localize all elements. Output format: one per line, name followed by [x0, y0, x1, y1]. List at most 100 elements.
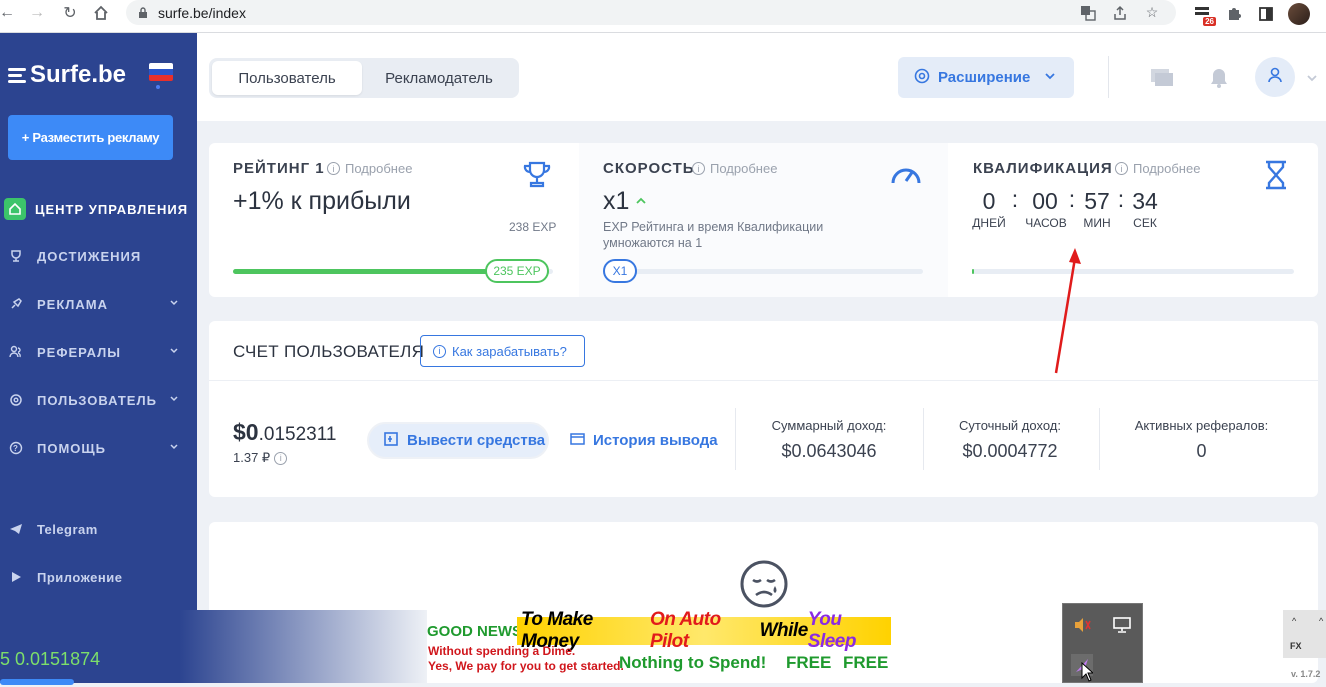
account-card: СЧЕТ ПОЛЬЗОВАТЕЛЯ i Как зарабатывать? $0… — [209, 321, 1318, 497]
withdraw-history-label: История вывода — [593, 432, 718, 449]
sidebar-item-label: ПОЛЬЗОВАТЕЛЬ — [37, 392, 157, 408]
balance: $0.0152311 — [233, 419, 336, 446]
speed-more-link[interactable]: i Подробнее — [692, 161, 777, 176]
sidebar-item-user[interactable]: ПОЛЬЗОВАТЕЛЬ — [8, 388, 193, 412]
rating-more-link[interactable]: i Подробнее — [327, 161, 412, 176]
daily-income-value: $0.0004772 — [962, 441, 1058, 461]
widget-up[interactable]: ^ — [1292, 616, 1296, 626]
withdraw-label: Вывести средства — [407, 432, 546, 449]
sidebar-item-achievements[interactable]: ДОСТИЖЕНИЯ — [8, 244, 193, 268]
post-ad-button[interactable]: + Разместить рекламу — [8, 115, 173, 160]
address-bar[interactable]: surfe.be/index ☆ — [126, 0, 1176, 25]
ad-headline-b: On Auto Pilot — [649, 609, 721, 652]
sidebar-item-label: Приложение — [37, 569, 123, 585]
speed-title: СКОРОСТЬ — [603, 160, 695, 177]
timer-mins: 57 — [1084, 188, 1110, 214]
sidebar-item-referrals[interactable]: РЕФЕРАЛЫ — [8, 340, 193, 364]
balance-rub-value: 1.37 ₽ — [233, 450, 271, 465]
timer-sep: : — [1117, 186, 1125, 212]
sidebar-item-app[interactable]: Приложение — [8, 565, 193, 589]
speed-value: x1 — [603, 187, 630, 215]
speed-progress-track — [603, 269, 923, 274]
active-referrals-value: 0 — [1196, 441, 1207, 461]
how-to-earn-button[interactable]: i Как зарабатывать? — [420, 335, 585, 367]
rating-panel: РЕЙТИНГ 1 i Подробнее +1% к прибыли 238 … — [209, 143, 578, 297]
ad-banner[interactable]: GOOD NEWS To Make Money On Auto Pilot Wh… — [427, 609, 893, 683]
more-label: Подробнее — [1133, 161, 1201, 176]
wallet-icon — [383, 431, 399, 451]
extension-badge-icon[interactable]: 26 — [1192, 4, 1216, 26]
info-icon[interactable]: i — [274, 451, 288, 465]
profile-avatar[interactable] — [1288, 3, 1310, 25]
back-icon[interactable]: ← — [0, 0, 20, 26]
chevron-up-icon — [635, 193, 647, 211]
mouse-cursor-icon — [1081, 661, 1095, 687]
chevron-down-icon — [169, 344, 179, 359]
timer-days-label: ДНЕЙ — [972, 216, 1006, 230]
divider — [1108, 56, 1109, 98]
balance-rub: 1.37 ₽ i — [233, 450, 288, 466]
widget-up-2[interactable]: ^ — [1319, 616, 1323, 626]
tab-user[interactable]: Пользователь — [212, 61, 362, 95]
timer-hours-label: ЧАСОВ — [1025, 216, 1067, 230]
share-icon[interactable] — [1110, 3, 1130, 23]
puzzle-icon[interactable] — [1224, 4, 1244, 24]
sidebar-item-help[interactable]: ? ПОМОЩЬ — [8, 436, 193, 460]
sidebar-item-dashboard[interactable]: ЦЕНТР УПРАВЛЕНИЯ — [4, 197, 193, 221]
qualification-progress-fill — [972, 269, 974, 274]
sidebar-item-telegram[interactable]: Telegram — [8, 517, 193, 541]
tab-advertiser[interactable]: Рекламодатель — [362, 61, 516, 95]
side-panel-icon[interactable] — [1256, 4, 1276, 24]
extension-button[interactable]: Расширение — [898, 57, 1074, 98]
chat-icon[interactable] — [1149, 65, 1175, 91]
chevron-down-icon — [169, 296, 179, 311]
ad-line-1: Without spending a Dime. — [428, 644, 576, 658]
bell-icon[interactable] — [1206, 65, 1232, 91]
forward-icon[interactable]: → — [24, 0, 50, 26]
speed-desc-line2: умножаются на 1 — [603, 236, 703, 250]
bookmark-star-icon[interactable]: ☆ — [1142, 3, 1162, 23]
info-icon: i — [692, 162, 705, 175]
qualification-panel: КВАЛИФИКАЦИЯ i Подробнее 0 : 00 : 57 : 3… — [949, 143, 1318, 297]
qualification-more-link[interactable]: i Подробнее — [1115, 161, 1200, 176]
user-avatar-button[interactable] — [1255, 57, 1295, 97]
balance-ticker-overlay — [0, 610, 427, 683]
speaker-icon[interactable] — [1071, 614, 1093, 636]
translate-icon[interactable] — [1078, 3, 1098, 23]
sidebar-item-label: РЕФЕРАЛЫ — [37, 344, 122, 360]
daily-income-label: Суточный доход: — [959, 418, 1061, 433]
timer-sep: : — [1011, 186, 1019, 212]
info-icon: i — [433, 344, 446, 358]
sidebar-item-label: Telegram — [37, 521, 98, 537]
fx-widget: ^ ^ FX — [1283, 610, 1326, 658]
rocket-icon — [8, 296, 24, 312]
card-icon — [570, 432, 585, 449]
network-icon[interactable] — [1111, 614, 1133, 636]
home-icon[interactable] — [88, 0, 114, 26]
withdraw-button[interactable]: Вывести средства — [367, 422, 549, 459]
language-flag-icon[interactable] — [149, 63, 173, 81]
gear-icon — [8, 392, 24, 408]
ad-good-news: GOOD NEWS — [427, 623, 523, 640]
widget-fx[interactable]: FX — [1290, 641, 1302, 651]
info-icon: i — [327, 162, 340, 175]
ad-free-2: FREE — [843, 653, 889, 672]
withdraw-history-link[interactable]: История вывода — [570, 432, 718, 449]
reload-icon[interactable]: ↻ — [57, 0, 83, 26]
chevron-down-icon — [169, 440, 179, 455]
how-to-earn-label: Как зарабатывать? — [452, 343, 567, 359]
sidebar-item-ads[interactable]: РЕКЛАМА — [8, 292, 193, 316]
help-icon: ? — [8, 440, 24, 456]
divider — [209, 380, 1318, 381]
sidebar: Surfe.be + Разместить рекламу ЦЕНТР УПРА… — [0, 33, 197, 683]
logo-text: Surfe.be — [30, 61, 127, 88]
qualification-progress-track — [972, 269, 1294, 274]
rating-bonus: +1% к прибыли — [233, 187, 411, 215]
extension-badge-count: 26 — [1203, 17, 1216, 26]
sidebar-item-label: ЦЕНТР УПРАВЛЕНИЯ — [35, 201, 189, 217]
chevron-down-icon[interactable] — [1299, 65, 1325, 91]
timer-sep: : — [1068, 186, 1076, 212]
timer-hours: 00 — [1032, 188, 1058, 214]
logo[interactable]: Surfe.be — [8, 61, 126, 89]
divider — [1099, 408, 1100, 470]
